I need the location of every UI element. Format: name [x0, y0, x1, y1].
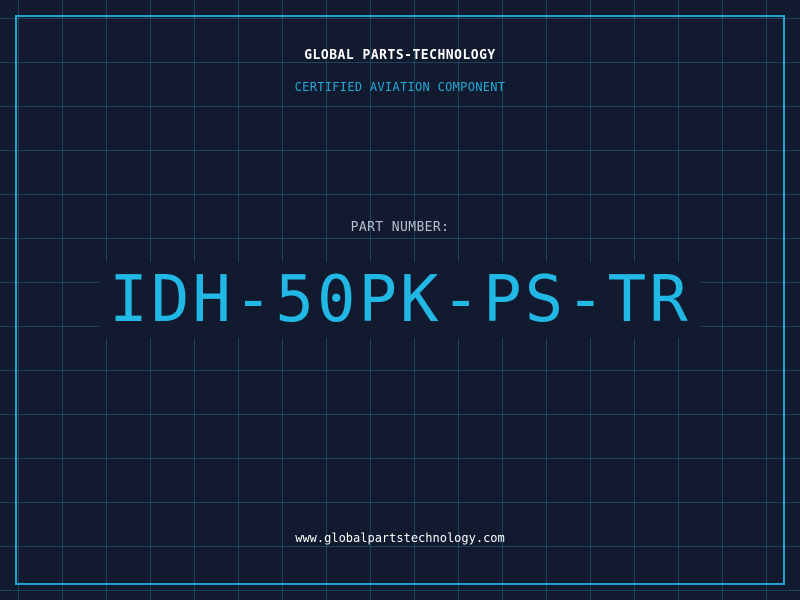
part-number-container: IDH-50PK-PS-TR: [0, 262, 800, 338]
part-number-value: IDH-50PK-PS-TR: [99, 262, 701, 338]
certification-subtitle: CERTIFIED AVIATION COMPONENT: [294, 80, 506, 94]
part-number-label: PART NUMBER:: [350, 220, 450, 235]
website-url: www.globalpartstechnology.com: [295, 531, 505, 545]
company-name: GLOBAL PARTS-TECHNOLOGY: [304, 48, 496, 63]
part-label-card: GLOBAL PARTS-TECHNOLOGY CERTIFIED AVIATI…: [0, 0, 800, 600]
